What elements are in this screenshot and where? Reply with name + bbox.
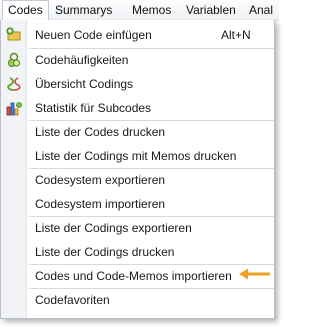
menu-item-label: Übersicht Codings	[35, 77, 134, 91]
menu-item-codesystem-exportieren[interactable]: Codesystem exportieren	[1, 168, 274, 192]
codings-overview-icon	[6, 76, 22, 92]
menu-item-label: Statistik für Subcodes	[35, 101, 152, 115]
menu-item-liste-codes-drucken[interactable]: Liste der Codes drucken	[1, 120, 274, 144]
menu-item-label: Codesystem importieren	[35, 197, 166, 211]
menu-item-uebersicht-codings[interactable]: Übersicht Codings	[1, 72, 274, 96]
menu-item-label: Liste der Codings drucken	[35, 245, 175, 259]
menu-item-label: Codehäufigkeiten	[35, 53, 129, 67]
menu-item-codes-code-memos-importieren[interactable]: Codes und Code-Memos importieren	[1, 264, 274, 288]
menu-bar: Codes Summarys Memos Variablen Anal	[0, 0, 279, 21]
menu-item-label: Neuen Code einfügen	[35, 28, 152, 42]
menu-item-label: Codefavoriten	[35, 293, 110, 307]
menu-item-liste-codings-memos-drucken[interactable]: Liste der Codings mit Memos drucken	[1, 144, 274, 168]
code-frequencies-icon	[6, 52, 22, 68]
menu-item-label: Liste der Codes drucken	[35, 125, 166, 139]
menu-item-liste-codings-exportieren[interactable]: Liste der Codings exportieren	[1, 216, 274, 240]
menu-item-codehaeufigkeiten[interactable]: Codehäufigkeiten	[1, 48, 274, 72]
new-code-icon	[6, 27, 22, 43]
menu-item-liste-codings-drucken[interactable]: Liste der Codings drucken	[1, 240, 274, 264]
menu-variablen[interactable]: Variablen	[181, 0, 241, 20]
menu-anal[interactable]: Anal	[244, 0, 278, 20]
menu-item-label: Codesystem exportieren	[35, 173, 166, 187]
menu-item-codesystem-importieren[interactable]: Codesystem importieren	[1, 192, 274, 216]
menu-item-label: Liste der Codings exportieren	[35, 221, 192, 235]
menu-summarys[interactable]: Summarys	[50, 0, 117, 20]
menu-item-label: Codes und Code-Memos importieren	[35, 269, 232, 283]
menu-item-label: Liste der Codings mit Memos drucken	[35, 149, 237, 163]
menu-codes[interactable]: Codes	[2, 0, 49, 20]
codes-dropdown-menu: Neuen Code einfügen Alt+N Codehäufigkeit…	[0, 20, 275, 319]
orange-arrow-icon	[239, 268, 270, 280]
menu-item-neuen-code[interactable]: Neuen Code einfügen Alt+N	[1, 23, 274, 47]
menu-item-codefavoriten[interactable]: Codefavoriten	[1, 288, 274, 312]
menu-item-statistik-subcodes[interactable]: Statistik für Subcodes	[1, 96, 274, 120]
menu-memos[interactable]: Memos	[127, 0, 176, 20]
menu-item-shortcut: Alt+N	[221, 28, 251, 42]
subcode-statistics-icon	[6, 100, 22, 116]
